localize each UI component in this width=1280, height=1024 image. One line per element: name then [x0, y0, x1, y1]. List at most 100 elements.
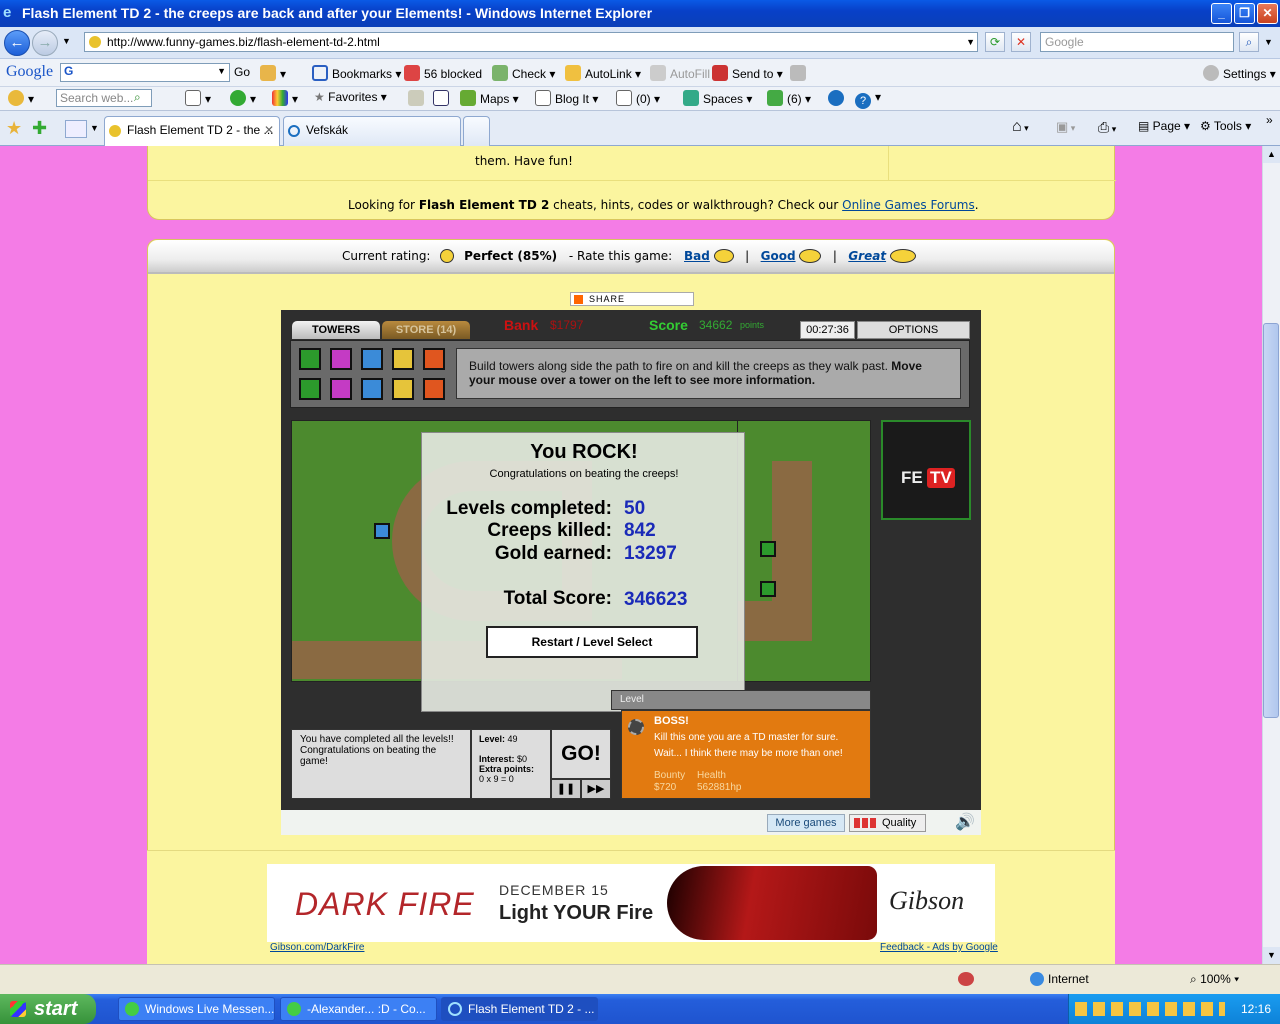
- msn-icon[interactable]: ▾: [8, 90, 34, 106]
- zoom-level[interactable]: ⌕ 100% ▾: [1190, 972, 1239, 987]
- tower-yellow[interactable]: [392, 348, 414, 370]
- score-unit: points: [740, 320, 765, 330]
- edit-icon[interactable]: [433, 90, 453, 106]
- blog-it-button[interactable]: Blog It ▾: [535, 90, 598, 106]
- page-menu[interactable]: ▤ Page ▾: [1138, 119, 1190, 133]
- minimize-button[interactable]: _: [1211, 3, 1232, 24]
- rate-good-link[interactable]: Good: [761, 249, 796, 263]
- start-button[interactable]: start: [0, 994, 96, 1024]
- window-icon[interactable]: ▾: [185, 90, 211, 106]
- address-dropdown-icon[interactable]: ▼: [966, 33, 975, 51]
- pause-icon[interactable]: ❚❚: [551, 779, 581, 799]
- store-tab[interactable]: STORE (14): [382, 321, 470, 339]
- tower-purple[interactable]: [330, 348, 352, 370]
- address-bar[interactable]: http://www.funny-games.biz/flash-element…: [84, 32, 978, 52]
- add-icon[interactable]: ▾: [230, 90, 256, 106]
- feeds-icon[interactable]: ▣ ▾: [1056, 119, 1075, 135]
- forward-button[interactable]: →: [32, 30, 58, 56]
- tab-close-icon[interactable]: ✕: [264, 117, 274, 143]
- messenger-icon[interactable]: [828, 90, 848, 106]
- messenger-task-icon: [125, 1002, 139, 1016]
- search-icon[interactable]: ⌕: [1239, 32, 1259, 52]
- google-options-icon[interactable]: ▾: [260, 65, 286, 81]
- search-input[interactable]: Google: [1040, 32, 1234, 52]
- close-button[interactable]: ✕: [1257, 3, 1278, 24]
- tab-vefskak[interactable]: Vefskák: [283, 116, 461, 146]
- refresh-icon[interactable]: ⟳: [985, 32, 1005, 52]
- protected-mode-icon[interactable]: [958, 972, 974, 986]
- rate-bad-link[interactable]: Bad: [684, 249, 710, 263]
- taskbar-item-ie[interactable]: Flash Element TD 2 - ...: [441, 997, 598, 1021]
- maximize-button[interactable]: ❐: [1234, 3, 1255, 24]
- favicon: [89, 36, 101, 48]
- autofill-button[interactable]: AutoFill: [650, 65, 710, 81]
- print-icon[interactable]: ⎙ ▾: [1098, 119, 1116, 136]
- stop-icon[interactable]: ✕: [1011, 32, 1031, 52]
- tools-menu[interactable]: ⚙ Tools ▾: [1200, 119, 1251, 133]
- taskbar-item-messenger[interactable]: Windows Live Messen...: [118, 997, 275, 1021]
- fetv-box[interactable]: FE TV: [881, 420, 971, 520]
- history-dropdown-icon[interactable]: ▼: [62, 36, 71, 46]
- add-favorite-icon[interactable]: ✚: [32, 118, 47, 139]
- send-to-button[interactable]: Send to ▾: [712, 65, 783, 81]
- more-games-button[interactable]: More games: [767, 814, 845, 832]
- ad-feedback-link[interactable]: Feedback - Ads by Google: [880, 942, 998, 953]
- rate-great-link[interactable]: Great: [848, 249, 886, 263]
- share-button[interactable]: SHARE: [570, 292, 694, 306]
- settings-button[interactable]: Settings ▾: [1203, 65, 1276, 81]
- tower-yellow-2[interactable]: [392, 378, 414, 400]
- ad-banner[interactable]: DARK FIRE DECEMBER 15 Light YOUR Fire Gi…: [267, 864, 995, 942]
- quality-button[interactable]: Quality: [849, 814, 926, 832]
- towers-tab[interactable]: TOWERS: [292, 321, 380, 339]
- back-button[interactable]: ←: [4, 30, 30, 56]
- restart-button[interactable]: Restart / Level Select: [486, 626, 698, 658]
- tower-purple-2[interactable]: [330, 378, 352, 400]
- google-search-input[interactable]: G ▼: [60, 63, 230, 82]
- contacts-button[interactable]: (6) ▾: [767, 90, 811, 106]
- fast-forward-icon[interactable]: ▶▶: [581, 779, 611, 799]
- sound-icon[interactable]: 🔊: [955, 812, 975, 832]
- quick-tabs-icon[interactable]: [65, 120, 87, 138]
- popup-blocker-button[interactable]: 56 blocked: [404, 65, 482, 81]
- ad-link[interactable]: Gibson.com/DarkFire: [270, 942, 364, 953]
- mail-button[interactable]: (0) ▾: [616, 90, 660, 106]
- help-icon[interactable]: ? ▾: [855, 90, 881, 109]
- tower-blue-2[interactable]: [361, 378, 383, 400]
- more-icon[interactable]: »: [1266, 113, 1273, 127]
- tower-green[interactable]: [299, 348, 321, 370]
- forums-link[interactable]: Online Games Forums: [842, 198, 975, 212]
- tab-list-icon[interactable]: ▼: [90, 123, 99, 133]
- great-face-icon: [889, 249, 916, 263]
- autolink-button[interactable]: AutoLink ▾: [565, 65, 641, 81]
- spaces-button[interactable]: Spaces ▾: [683, 90, 752, 106]
- tower-orange-2[interactable]: [423, 378, 445, 400]
- placed-tower[interactable]: [374, 523, 390, 539]
- search-options-icon[interactable]: ▼: [1264, 37, 1273, 47]
- scrollbar-thumb[interactable]: [1263, 323, 1279, 718]
- tower-green-2[interactable]: [299, 378, 321, 400]
- colorful-icon[interactable]: ▾: [272, 90, 298, 106]
- maps-button[interactable]: Maps ▾: [460, 90, 519, 106]
- info-panel: them. Have fun! Looking for Flash Elemen…: [147, 146, 1116, 220]
- scroll-up-icon[interactable]: ▲: [1263, 146, 1280, 163]
- favorites-center-icon[interactable]: ★: [6, 118, 22, 139]
- go-button[interactable]: Go: [234, 65, 250, 79]
- favorites-button[interactable]: ★ Favorites ▾: [314, 90, 387, 104]
- tower-info-box: Build towers along side the path to fire…: [456, 348, 961, 399]
- pen-icon[interactable]: [408, 90, 428, 106]
- scroll-down-icon[interactable]: ▼: [1263, 947, 1280, 964]
- new-tab-button[interactable]: [463, 116, 490, 146]
- taskbar-item-conversation[interactable]: -Alexander... :D - Co...: [280, 997, 437, 1021]
- highlight-icon[interactable]: [790, 65, 810, 81]
- spellcheck-button[interactable]: Check ▾: [492, 65, 555, 81]
- tray-icons[interactable]: [1075, 1002, 1225, 1016]
- go-button[interactable]: GO!: [551, 729, 611, 779]
- options-button[interactable]: OPTIONS: [857, 321, 970, 339]
- google-logo: Google: [6, 63, 54, 80]
- home-icon[interactable]: ⌂ ▾: [1012, 118, 1029, 136]
- tower-blue[interactable]: [361, 348, 383, 370]
- tab-flash-element[interactable]: Flash Element TD 2 - the ... ✕: [104, 116, 280, 146]
- live-search-icon[interactable]: ⌕: [134, 90, 141, 105]
- bookmarks-button[interactable]: Bookmarks ▾: [312, 65, 401, 81]
- tower-orange[interactable]: [423, 348, 445, 370]
